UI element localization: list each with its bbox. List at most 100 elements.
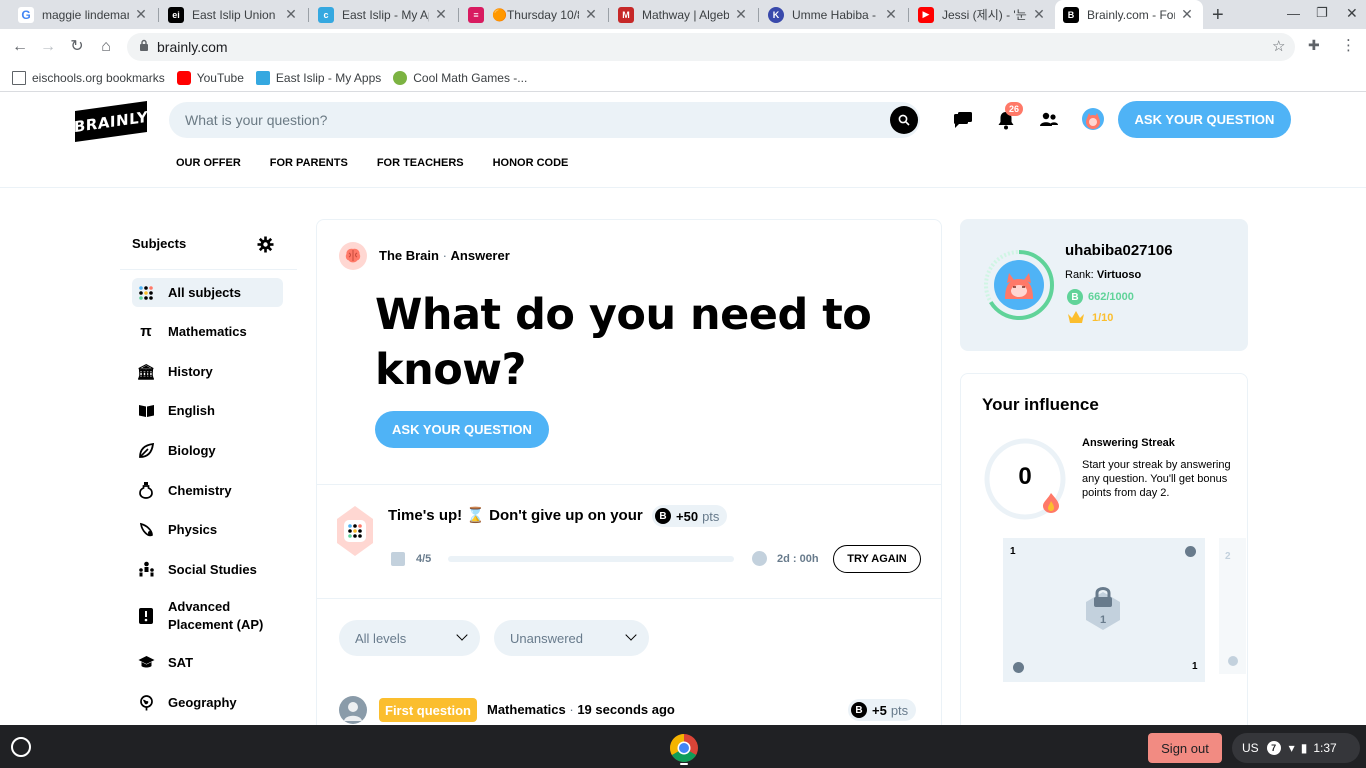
tab-east-islip-union[interactable]: ei East Islip Union Fr ✕ bbox=[160, 0, 307, 29]
close-icon[interactable]: ✕ bbox=[1031, 6, 1047, 23]
nav-our-offer[interactable]: OUR OFFER bbox=[176, 157, 241, 169]
day-1-top-label: 1 bbox=[1010, 546, 1016, 557]
bookmark-east-islip[interactable]: East Islip - My Apps bbox=[255, 70, 381, 85]
sidebar-item-biology[interactable]: Biology bbox=[132, 436, 283, 465]
try-again-button[interactable]: TRY AGAIN bbox=[833, 545, 921, 573]
question-subject[interactable]: Mathematics bbox=[487, 702, 566, 717]
bookmark-youtube[interactable]: YouTube bbox=[176, 70, 244, 85]
restore-icon[interactable]: ❐ bbox=[1316, 5, 1328, 21]
sidebar-item-all-subjects[interactable]: All subjects bbox=[132, 278, 283, 307]
close-icon[interactable]: ✕ bbox=[283, 6, 299, 23]
nav-for-teachers[interactable]: FOR TEACHERS bbox=[377, 157, 464, 169]
sidebar-item-social-studies[interactable]: Social Studies bbox=[132, 555, 283, 584]
profile-username[interactable]: uhabiba027106 bbox=[1065, 242, 1173, 259]
tab-maggie[interactable]: G maggie lindemann ✕ bbox=[10, 0, 157, 29]
profile-progress-ring bbox=[984, 250, 1054, 320]
classlink-icon: c bbox=[318, 6, 334, 23]
header-ask-question-button[interactable]: ASK YOUR QUESTION bbox=[1118, 101, 1291, 138]
tab-title: East Islip Union Fr bbox=[192, 7, 279, 22]
close-icon[interactable]: ✕ bbox=[583, 6, 599, 23]
sidebar-item-label: English bbox=[168, 403, 215, 418]
sidebar-item-ap[interactable]: Advanced Placement (AP) bbox=[132, 598, 283, 634]
tab-mathway[interactable]: M Mathway | Algebra ✕ bbox=[610, 0, 757, 29]
flame-icon bbox=[1185, 546, 1196, 557]
people-icon bbox=[137, 561, 155, 579]
question-meta: Mathematics · 19 seconds ago bbox=[487, 702, 675, 717]
extensions-icon[interactable]: ✚ bbox=[1308, 37, 1320, 54]
gear-icon[interactable] bbox=[257, 236, 274, 253]
close-icon[interactable]: ✕ bbox=[133, 6, 149, 23]
tab-title: East Islip - My App bbox=[342, 7, 429, 22]
address-bar[interactable]: brainly.com bbox=[127, 33, 1295, 61]
author-name[interactable]: The Brain bbox=[379, 248, 439, 263]
bookmark-eischools[interactable]: eischools.org bookmarks bbox=[12, 70, 165, 85]
close-icon[interactable]: ✕ bbox=[883, 6, 899, 23]
sidebar-item-mathematics[interactable]: π Mathematics bbox=[132, 317, 283, 346]
close-icon[interactable]: ✕ bbox=[733, 6, 749, 23]
question-points: +5 bbox=[872, 702, 887, 718]
minimize-icon[interactable]: — bbox=[1287, 6, 1300, 21]
tab-jessi[interactable]: ▶ Jessi (제시) - '눈누난 ✕ bbox=[910, 0, 1055, 29]
profile-points-value: 662/1000 bbox=[1088, 291, 1134, 303]
friends-icon[interactable] bbox=[1038, 109, 1060, 131]
chrome-icon[interactable] bbox=[669, 733, 699, 763]
k-icon: K bbox=[768, 6, 784, 23]
nav-for-parents[interactable]: FOR PARENTS bbox=[270, 157, 348, 169]
status-filter-value: Unanswered bbox=[510, 630, 583, 646]
status-tray[interactable]: US 7 ▾ ▮ 1:37 bbox=[1232, 733, 1360, 763]
close-icon[interactable]: ✕ bbox=[433, 6, 449, 23]
new-tab-icon[interactable]: + bbox=[1212, 4, 1224, 27]
avatar[interactable] bbox=[339, 696, 367, 724]
hero-ask-question-button[interactable]: ASK YOUR QUESTION bbox=[375, 411, 549, 448]
level-filter-select[interactable]: All levels bbox=[339, 620, 480, 656]
reload-icon[interactable]: ↻ bbox=[67, 37, 87, 57]
close-window-icon[interactable]: ✕ bbox=[1346, 5, 1358, 22]
battery-icon: ▮ bbox=[1300, 741, 1308, 755]
bookmarks-bar: eischools.org bookmarks YouTube East Isl… bbox=[0, 64, 1366, 92]
globe-icon bbox=[137, 694, 155, 712]
home-icon[interactable]: ⌂ bbox=[96, 37, 116, 57]
streak-count: 0 bbox=[1018, 463, 1032, 490]
sidebar-item-english[interactable]: English bbox=[132, 396, 283, 425]
status-filter-select[interactable]: Unanswered bbox=[494, 620, 649, 656]
mathway-icon: M bbox=[618, 6, 634, 23]
sidebar-item-chemistry[interactable]: Chemistry bbox=[132, 476, 283, 505]
answers-icon bbox=[391, 552, 405, 566]
back-icon[interactable]: ← bbox=[10, 37, 30, 57]
menu-icon[interactable]: ⋮ bbox=[1341, 36, 1356, 54]
tab-brainly[interactable]: B Brainly.com - For s ✕ bbox=[1055, 0, 1203, 29]
brain-icon bbox=[345, 248, 361, 263]
lock-icon bbox=[139, 39, 149, 52]
sidebar-item-label: All subjects bbox=[168, 285, 241, 300]
ap-icon bbox=[137, 607, 155, 625]
close-icon[interactable]: ✕ bbox=[1179, 6, 1195, 23]
forward-icon[interactable]: → bbox=[38, 37, 58, 57]
clock-time: 1:37 bbox=[1313, 741, 1337, 755]
sign-out-button[interactable]: Sign out bbox=[1148, 733, 1222, 763]
sidebar-item-label: Biology bbox=[168, 443, 216, 458]
brainly-logo[interactable]: BRAINLY bbox=[74, 100, 148, 143]
star-icon[interactable]: ☆ bbox=[1272, 37, 1285, 55]
bookmark-coolmath[interactable]: Cool Math Games -... bbox=[393, 70, 527, 85]
messages-icon[interactable] bbox=[952, 109, 974, 131]
profile-crown-value: 1/10 bbox=[1092, 311, 1114, 324]
avatar[interactable] bbox=[1082, 108, 1104, 130]
launcher-icon[interactable] bbox=[11, 737, 31, 757]
search-input[interactable]: What is your question? bbox=[169, 102, 920, 138]
sidebar-item-geography[interactable]: Geography bbox=[132, 688, 283, 717]
sidebar-item-sat[interactable]: SAT bbox=[132, 648, 283, 677]
flask-icon bbox=[137, 482, 155, 500]
sidebar-item-history[interactable]: 🏛 History bbox=[132, 357, 283, 386]
challenge-text: Time's up! ⌛ Don't give up on your bbox=[388, 507, 643, 524]
challenge-timer: 2d : 00h bbox=[777, 553, 819, 565]
search-button[interactable] bbox=[890, 106, 918, 134]
nav-honor-code[interactable]: HONOR CODE bbox=[493, 157, 569, 169]
tab-east-islip-apps[interactable]: c East Islip - My App ✕ bbox=[310, 0, 457, 29]
tab-title: Mathway | Algebra bbox=[642, 7, 729, 22]
profile-points: B 662/1000 bbox=[1067, 289, 1134, 305]
tab-thursday[interactable]: ≡ 🟠Thursday 10/8 ✕ bbox=[460, 0, 607, 29]
challenge-progress-bar bbox=[448, 556, 734, 562]
tab-umme-habiba[interactable]: K Umme Habiba - 13 ✕ bbox=[760, 0, 907, 29]
sidebar-item-physics[interactable]: Physics bbox=[132, 515, 283, 544]
book-icon bbox=[137, 402, 155, 420]
